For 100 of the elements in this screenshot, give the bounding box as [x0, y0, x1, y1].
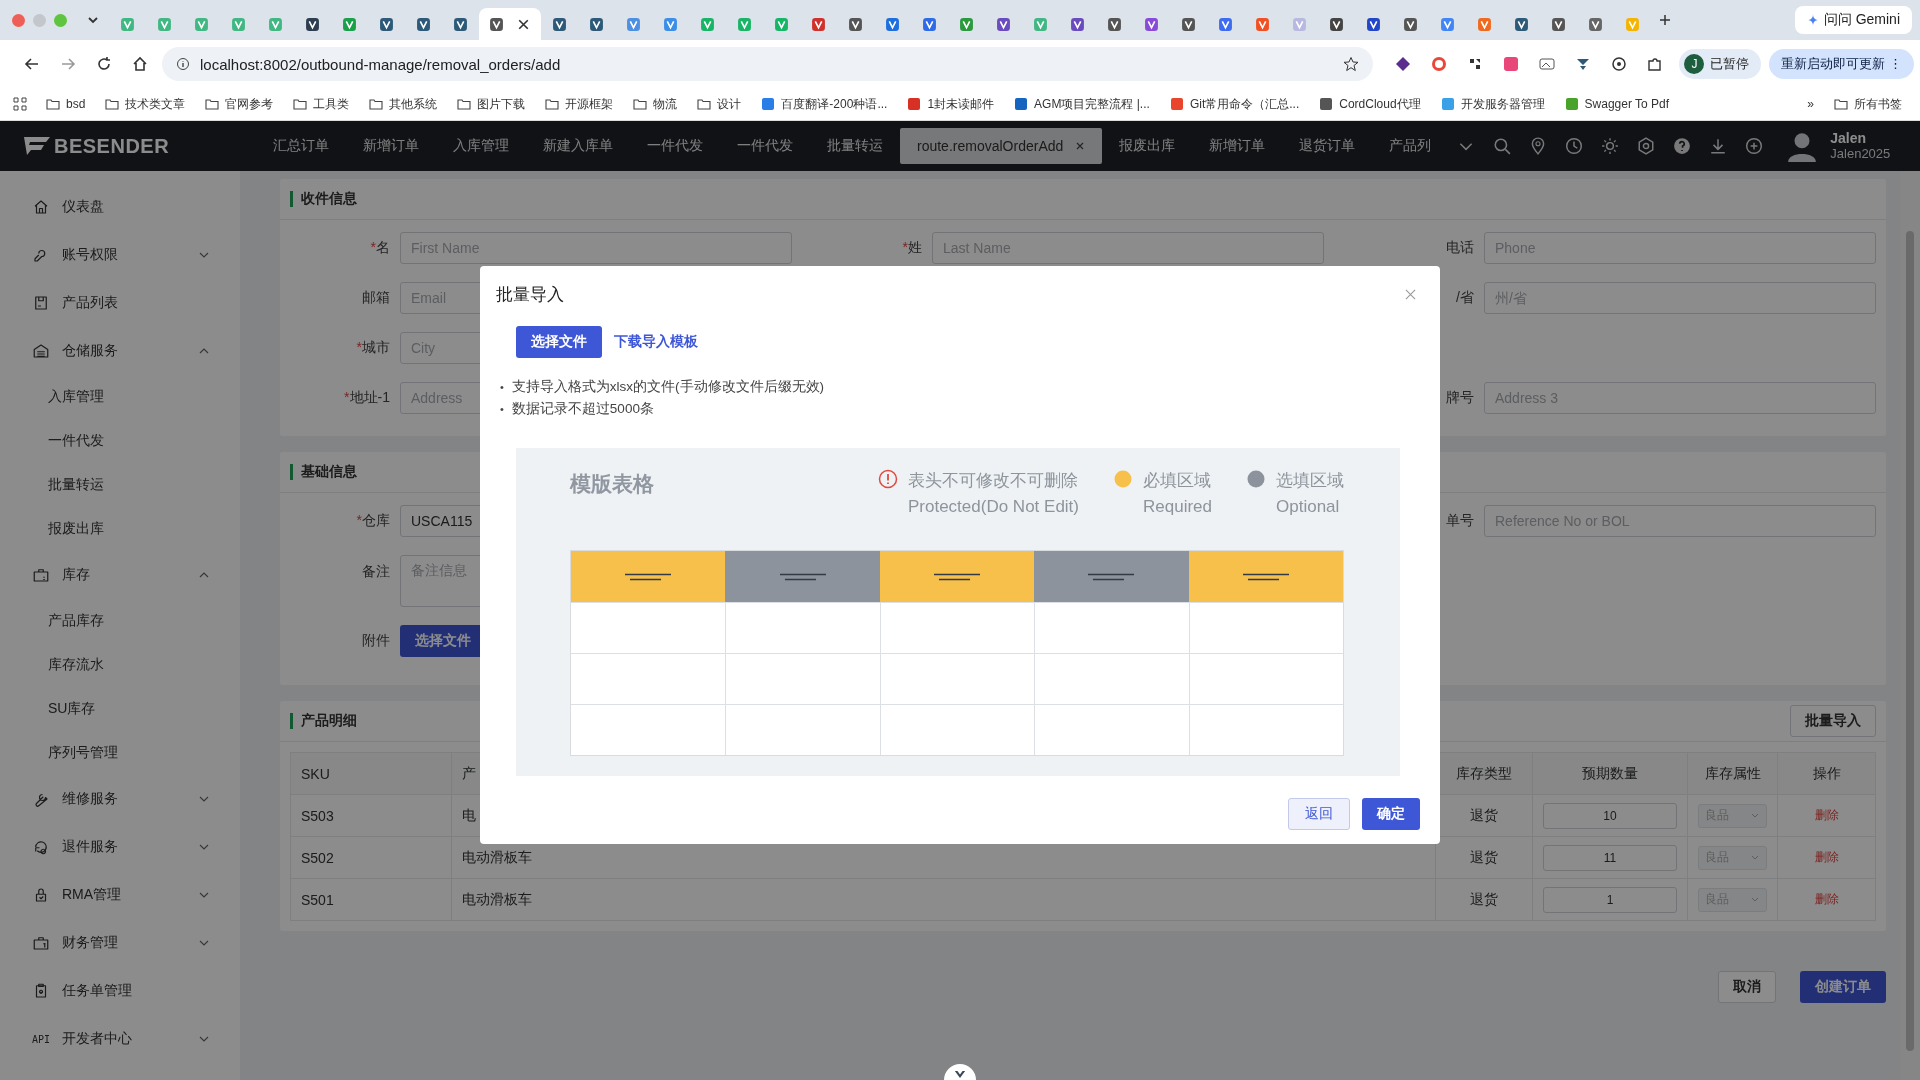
sun-icon[interactable]: [1601, 137, 1620, 155]
delete-link[interactable]: 删除: [1814, 849, 1839, 866]
field-label: /省: [1456, 289, 1474, 307]
site-icon: [1169, 97, 1184, 111]
bookmark[interactable]: 物流: [623, 95, 688, 113]
new-tab-icon[interactable]: [1657, 12, 1673, 28]
sidebar-item[interactable]: API 开发者中心: [0, 1015, 240, 1063]
nav-tab[interactable]: 新建入库单: [526, 128, 630, 164]
sidebar-item[interactable]: 产品列表: [0, 279, 240, 327]
nav-tab[interactable]: 报废出库: [1102, 128, 1193, 164]
bookmark[interactable]: 1封未读邮件: [897, 95, 1005, 113]
sidebar-item[interactable]: 库存: [0, 551, 240, 599]
sidebar-label: 开发者中心: [62, 1030, 133, 1048]
bookmark[interactable]: bsd: [36, 97, 96, 111]
bookmark[interactable]: 百度翻译-200种语...: [751, 95, 898, 113]
update-button[interactable]: 重新启动即可更新 ⋮: [1769, 49, 1914, 79]
sidebar-subitem[interactable]: 库存流水: [0, 643, 240, 687]
close-window-icon[interactable]: [12, 13, 25, 27]
note-text: 数据记录不超过5000条: [511, 400, 654, 418]
sidebar-subitem[interactable]: 产品库存: [0, 599, 240, 643]
confirm-button[interactable]: 确定: [1362, 798, 1420, 830]
nav-tab[interactable]: 退货订单: [1282, 128, 1373, 164]
menu-item-icon: [32, 294, 50, 312]
bookmark[interactable]: 技术类文章: [95, 95, 196, 113]
nav-tab[interactable]: 产品列: [1372, 128, 1449, 164]
bookmark-label: 图片下载: [477, 95, 526, 113]
bookmark[interactable]: CordCloud代理: [1309, 95, 1431, 113]
settings-icon[interactable]: [1637, 137, 1656, 155]
sidebar-item[interactable]: 账号权限: [0, 231, 240, 279]
sidebar-item[interactable]: RMA管理: [0, 871, 240, 919]
delete-link[interactable]: 删除: [1814, 891, 1839, 908]
sidebar-item[interactable]: 仪表盘: [0, 183, 240, 231]
sidebar-subitem[interactable]: 报废出库: [0, 507, 240, 551]
bookmark[interactable]: AGM项目完整流程 |...: [1004, 95, 1160, 113]
bookmark[interactable]: 官网参考: [195, 95, 284, 113]
bookmark[interactable]: 图片下载: [447, 95, 536, 113]
lines-icon: [1088, 571, 1135, 582]
profile-button[interactable]: J 已暂停: [1679, 49, 1762, 79]
sidebar-item[interactable]: 退件服务: [0, 823, 240, 871]
nav-tab[interactable]: 新增订单: [1192, 128, 1283, 164]
download-template-link[interactable]: 下载导入模板: [614, 333, 698, 351]
nav-tab[interactable]: 一件代发: [720, 128, 810, 164]
help-icon[interactable]: [1673, 137, 1692, 155]
bookmark[interactable]: Swagger To Pdf: [1554, 97, 1680, 111]
choose-file-button[interactable]: 选择文件: [516, 326, 602, 358]
quantity-input[interactable]: 1: [1543, 886, 1677, 913]
bookmark[interactable]: 开源框架: [535, 95, 624, 113]
back-button[interactable]: 返回: [1288, 798, 1350, 830]
all-bookmarks-button[interactable]: 所有书签: [1824, 95, 1912, 113]
bookmark-star-icon[interactable]: [1343, 56, 1360, 72]
browser-tab[interactable]: [479, 8, 541, 40]
quantity-input[interactable]: 11: [1543, 844, 1677, 871]
home-icon[interactable]: [131, 55, 149, 73]
add-circle-icon[interactable]: [1745, 137, 1764, 155]
batch-import-button[interactable]: 批量导入: [1790, 705, 1876, 737]
lines-icon: [934, 571, 980, 582]
cancel-button[interactable]: 取消: [1718, 971, 1776, 1003]
bookmark[interactable]: 开发服务器管理: [1430, 95, 1555, 113]
folder-icon: [545, 97, 560, 111]
create-order-button[interactable]: 创建订单: [1800, 971, 1886, 1003]
more-bookmarks-button[interactable]: »: [1797, 97, 1824, 111]
clock-icon[interactable]: [1565, 137, 1584, 155]
bookmark[interactable]: Git常用命令（汇总...: [1159, 95, 1310, 113]
sidebar-item[interactable]: 仓储服务: [0, 327, 240, 375]
logo-text[interactable]: BESENDER: [54, 134, 170, 158]
extension-icon[interactable]: [1394, 55, 1413, 73]
logo-icon[interactable]: [22, 135, 52, 157]
gemini-button[interactable]: 问问 Gemini: [1794, 6, 1912, 34]
nav-tab[interactable]: 批量转运: [810, 128, 900, 164]
section-title: 基础信息: [301, 463, 357, 481]
delete-link[interactable]: 删除: [1814, 807, 1839, 824]
sidebar-subitem[interactable]: 序列号管理: [0, 731, 240, 775]
address-bar[interactable]: localhost:8002/outbound-manage/removal_orders/add: [162, 47, 1374, 81]
nav-tab[interactable]: 新增订单: [346, 128, 436, 164]
nav-tab[interactable]: 入库管理: [436, 128, 526, 164]
menu-item-icon: [32, 342, 50, 360]
nav-tab[interactable]: 一件代发: [630, 128, 720, 164]
sidebar-item[interactable]: 财务管理: [0, 919, 240, 967]
quantity-input[interactable]: 10: [1543, 802, 1677, 829]
scrollbar-thumb[interactable]: [1906, 231, 1914, 1051]
sidebar-subitem[interactable]: 批量转运: [0, 463, 240, 507]
bookmark[interactable]: 工具类: [283, 95, 360, 113]
sidebar-item[interactable]: 维修服务: [0, 775, 240, 823]
download-icon[interactable]: [1709, 137, 1728, 155]
sidebar-label: 库存: [62, 566, 91, 584]
nav-tab[interactable]: route.removalOrderAdd: [900, 128, 1103, 164]
sidebar-subitem[interactable]: SU库存: [0, 687, 240, 731]
extension-icon[interactable]: [1610, 55, 1629, 73]
apps-icon[interactable]: [12, 96, 28, 112]
sidebar-subitem[interactable]: 一件代发: [0, 419, 240, 463]
reload-icon[interactable]: [95, 55, 113, 73]
sidebar-item[interactable]: 任务单管理: [0, 967, 240, 1015]
search-icon[interactable]: [1493, 137, 1512, 155]
extension-icon[interactable]: [1538, 55, 1557, 73]
bookmark[interactable]: 其他系统: [359, 95, 448, 113]
info-icon[interactable]: [176, 57, 190, 71]
sidebar-subitem[interactable]: 入库管理: [0, 375, 240, 419]
nav-tab[interactable]: 汇总订单: [256, 128, 346, 164]
bookmark[interactable]: 设计: [687, 95, 752, 113]
avatar-icon[interactable]: [1786, 130, 1819, 162]
